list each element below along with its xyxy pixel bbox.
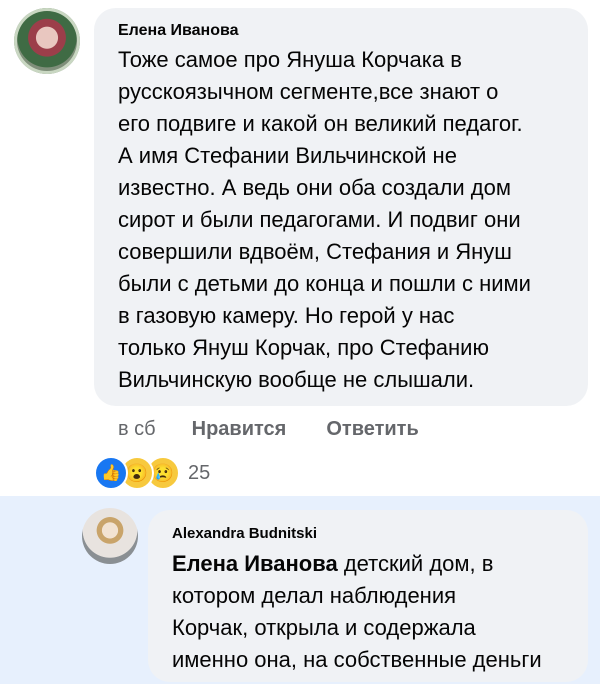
reply-button[interactable]: Ответить — [326, 418, 418, 441]
reaction-count: 25 — [188, 461, 211, 484]
comment-actions: в сб Нравится Ответить — [118, 418, 419, 441]
reply-author[interactable]: Alexandra Budnitski — [172, 525, 317, 542]
comment-text: Тоже самое про Януша Корчака в русскоязы… — [118, 47, 531, 392]
like-button[interactable]: Нравится — [192, 418, 287, 441]
reactions-summary[interactable]: 👍 😮 😢 25 — [94, 456, 210, 490]
avatar[interactable] — [82, 508, 138, 564]
comment-time[interactable]: в сб — [118, 418, 156, 441]
like-icon: 👍 — [94, 456, 128, 490]
mention-link[interactable]: Елена Иванова — [172, 551, 338, 576]
comment-author[interactable]: Елена Иванова — [118, 22, 239, 40]
avatar[interactable] — [14, 8, 80, 74]
reply-text: Елена Иванова детский дом, в котором дел… — [172, 548, 587, 676]
